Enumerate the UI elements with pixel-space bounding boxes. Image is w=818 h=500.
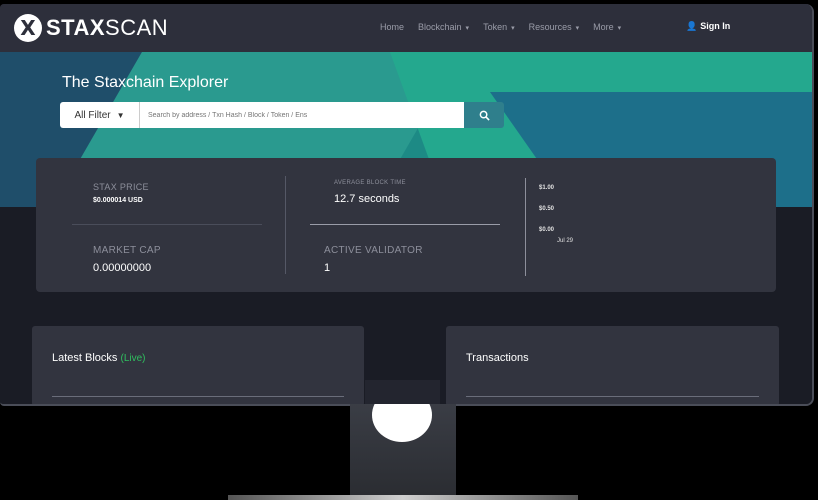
caret-down-icon: ▼ [116,110,125,120]
stax-price-label: STAX PRICE [93,182,149,192]
search-button[interactable] [464,102,504,128]
nav-token[interactable]: Token ▾ [483,22,515,32]
latest-blocks-title: Latest Blocks (Live) [52,352,146,364]
stax-price-value: $0.000014 USD [93,197,143,204]
avg-block-time-label: AVERAGE BLOCK TIME [334,180,406,186]
monitor-base [228,495,578,500]
avg-block-time-value: 12.7 seconds [334,193,400,205]
monitor-screen: X STAXSCAN Home Blockchain ▾ Token ▾ Resou… [0,4,814,406]
caret-down-icon: ▾ [465,25,470,32]
filter-dropdown[interactable]: All Filter ▼ [60,102,140,128]
caret-down-icon: ▾ [575,25,580,32]
market-cap-label: MARKET CAP [93,245,161,256]
transactions-panel: Transactions [446,326,779,404]
user-icon: 👤 [686,21,698,31]
stats-card: STAX PRICE $0.000014 USD MARKET CAP 0.00… [36,158,776,292]
search-icon [479,110,490,121]
brand-name: STAXSCAN [46,15,169,40]
search-bar: All Filter ▼ [60,102,504,128]
caret-down-icon: ▾ [511,25,515,32]
sign-in-link[interactable]: 👤 Sign In [686,21,730,32]
latest-blocks-panel: Latest Blocks (Live) [32,326,364,404]
navbar: X STAXSCAN Home Blockchain ▾ Token ▾ Resou… [0,4,812,52]
search-input[interactable] [140,102,464,128]
transactions-title: Transactions [466,352,529,364]
hero-title: The Staxchain Explorer [62,74,229,91]
nav-links: Home Blockchain ▾ Token ▾ Resources ▾ More ▾ [380,22,621,32]
chart-tick-label: $0.50 [539,206,555,212]
nav-more[interactable]: More ▾ [593,22,621,32]
brand-logo[interactable]: X STAXSCAN [14,14,168,42]
active-validator-value: 1 [324,262,331,274]
nav-home[interactable]: Home [380,22,404,32]
chart-tick-label: $0.00 [539,227,555,233]
chart-tick-label: $1.00 [539,185,555,191]
caret-down-icon: ▾ [617,25,622,32]
logo-mark-icon: X [14,14,42,42]
market-cap-value: 0.00000000 [93,262,152,274]
nav-resources[interactable]: Resources ▾ [529,22,580,32]
chart-date-label: Jul 29 [557,238,574,244]
live-badge: (Live) [120,353,146,364]
active-validator-label: ACTIVE VALIDATOR [324,245,423,256]
nav-blockchain[interactable]: Blockchain ▾ [418,22,469,32]
